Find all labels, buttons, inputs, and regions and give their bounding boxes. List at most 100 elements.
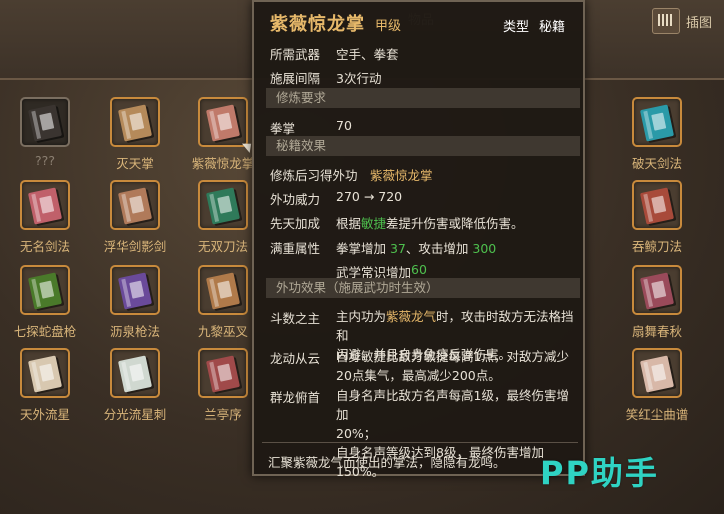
book-tooltip: 紫薇惊龙掌 甲级 类型 秘籍 所需武器 空手、拳套 施展间隔 3次行动 修炼要求…	[252, 0, 585, 479]
book-icon	[205, 104, 241, 142]
book-slot[interactable]: 天外流星	[0, 348, 80, 428]
book-icon	[639, 355, 675, 393]
skill1-text-a: 主内功为	[336, 309, 387, 324]
book-slot[interactable]: 浮华剑影剑	[90, 180, 170, 260]
book-slot[interactable]: 九黎巫叉	[178, 265, 258, 345]
book-name: 笑红尘曲谱	[625, 407, 689, 422]
book-frame	[198, 265, 248, 315]
book-icon	[27, 272, 63, 310]
power-value: 270 → 720	[336, 189, 403, 204]
weapon-value: 空手、拳套	[336, 47, 399, 62]
weapon-row: 所需武器 空手、拳套	[270, 44, 399, 63]
book-name: 破天剑法	[631, 156, 682, 171]
book-title: 紫薇惊龙掌	[270, 14, 365, 35]
book-frame	[110, 348, 160, 398]
skill2-label: 龙动从云	[270, 351, 321, 366]
skill3-line1: 自身名声比敌方名声每高1级，最终伤害增加	[336, 388, 569, 422]
full-label: 满重属性	[270, 241, 321, 256]
book-frame	[198, 180, 248, 230]
innate-post: 差提升伤害或降低伤害。	[386, 216, 524, 231]
book-slot[interactable]: 灭天掌	[90, 97, 170, 177]
skill3-line2: 20%；	[336, 426, 377, 441]
book-name: 吞鲸刀法	[631, 239, 682, 254]
book-frame	[110, 265, 160, 315]
book-name: 灭天掌	[116, 156, 154, 171]
book-slot[interactable]: ???	[0, 97, 80, 177]
full-value-b: 300	[472, 241, 497, 256]
book-slot[interactable]: 沥泉枪法	[90, 265, 170, 345]
book-slot[interactable]: 无名剑法	[0, 180, 80, 260]
book-slot[interactable]: 兰亭序	[178, 348, 258, 428]
book-slot[interactable]: 破天剑法	[612, 97, 692, 177]
book-name: 七探蛇盘枪	[13, 324, 77, 339]
atlas-button[interactable]: 插图	[651, 8, 712, 34]
innate-row: 先天加成 根据敏捷差提升伤害或降低伤害。	[270, 213, 524, 232]
book-icon	[117, 104, 153, 142]
learn-label: 修炼后习得外功	[270, 168, 358, 183]
book-slot[interactable]: 分光流星刺	[90, 348, 170, 428]
type-value: 秘籍	[538, 20, 565, 35]
full-row: 满重属性 拳掌增加 37、攻击增加 300	[270, 238, 496, 257]
power-label: 外功威力	[270, 192, 321, 207]
requirement-label: 拳掌	[270, 121, 296, 136]
requirement-row: 拳掌 70	[270, 118, 352, 137]
interval-value: 3次行动	[336, 71, 382, 86]
book-description: 汇聚紫薇龙气而使出的掌法，隐隐有龙鸣。	[268, 455, 506, 470]
skill2-label-row: 龙动从云	[270, 348, 336, 367]
atlas-icon	[651, 8, 680, 34]
book-frame	[632, 348, 682, 398]
book-frame	[20, 97, 70, 147]
book-slot[interactable]: 七探蛇盘枪	[0, 265, 80, 345]
interval-label: 施展间隔	[270, 71, 321, 86]
book-frame	[198, 348, 248, 398]
learn-value: 紫薇惊龙掌	[370, 168, 433, 183]
innate-highlight: 敏捷	[361, 216, 387, 231]
book-frame	[20, 265, 70, 315]
weapon-label: 所需武器	[270, 47, 321, 62]
book-icon	[117, 355, 153, 393]
book-slot[interactable]: 吞鲸刀法	[612, 180, 692, 260]
atlas-label: 插图	[685, 15, 712, 31]
skill3-label-row: 群龙俯首	[270, 387, 336, 406]
watermark-logo: PP助手	[540, 454, 659, 492]
skill1-label-row: 斗数之主	[270, 308, 336, 327]
book-name: 沥泉枪法	[109, 324, 160, 339]
book-slot[interactable]: 扇舞春秋	[612, 265, 692, 345]
innate-label: 先天加成	[270, 216, 321, 231]
book-slot[interactable]: 笑红尘曲谱	[612, 348, 692, 428]
skill1-highlight: 紫薇龙气	[386, 309, 437, 324]
book-icon	[639, 187, 675, 225]
innate-pre: 根据	[336, 216, 362, 231]
book-icon	[205, 187, 241, 225]
learn-row: 修炼后习得外功 紫薇惊龙掌	[270, 165, 433, 184]
skill2-line2: 20点集气，最高减少200点。	[336, 368, 501, 383]
book-name: 浮华剑影剑	[103, 239, 167, 254]
full-text-b: 、攻击增加	[405, 241, 473, 256]
book-frame	[110, 180, 160, 230]
book-frame	[110, 97, 160, 147]
section-skill: 外功效果（施展武功时生效）	[266, 278, 580, 298]
type-label: 类型	[502, 20, 529, 35]
book-slot[interactable]: 紫薇惊龙掌	[178, 97, 258, 177]
book-name: 天外流星	[19, 407, 70, 422]
book-icon	[205, 272, 241, 310]
book-icon	[27, 104, 63, 142]
skill2-line1: 自身敏捷比敌方敏捷每高1点，对敌方减少	[336, 349, 569, 364]
book-frame	[632, 265, 682, 315]
tooltip-divider	[262, 442, 578, 443]
book-icon	[639, 104, 675, 142]
book-frame	[632, 97, 682, 147]
section-effect: 秘籍效果	[266, 136, 580, 156]
book-icon	[117, 272, 153, 310]
requirement-value: 70	[336, 118, 352, 133]
book-name: 无名剑法	[19, 239, 70, 254]
skill2-text: 自身敏捷比敌方敏捷每高1点，对敌方减少 20点集气，最高减少200点。	[336, 347, 576, 385]
book-frame	[632, 180, 682, 230]
book-slot[interactable]: 无双刀法	[178, 180, 258, 260]
book-grade: 甲级	[375, 19, 402, 34]
book-frame	[198, 97, 248, 147]
skill3-label: 群龙俯首	[270, 390, 321, 405]
book-name: 扇舞春秋	[631, 324, 682, 339]
full-value-a: 37	[389, 241, 406, 256]
book-name: 分光流星刺	[103, 407, 167, 422]
